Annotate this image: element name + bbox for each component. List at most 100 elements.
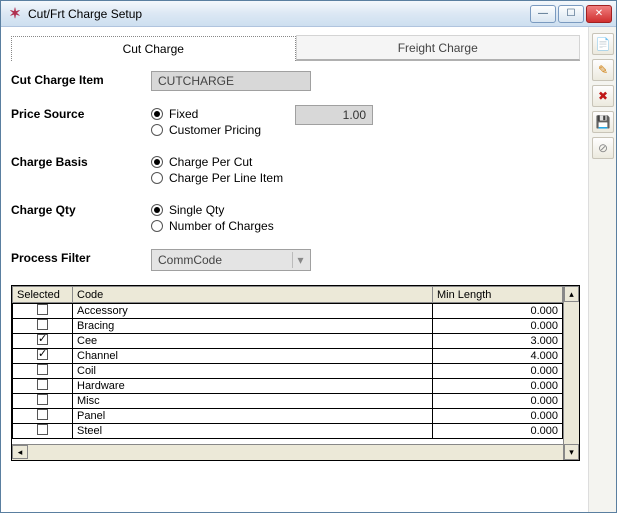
min-length-cell[interactable]: 0.000 (433, 364, 563, 379)
save-icon: 💾 (596, 115, 611, 129)
main-pane: Cut Charge Freight Charge Cut Charge Ite… (1, 27, 588, 512)
min-length-cell[interactable]: 4.000 (433, 349, 563, 364)
commcode-table: Selected Code Min Length Accessory0.000B… (11, 285, 580, 461)
checkbox-icon[interactable] (37, 424, 48, 435)
app-icon: ✶ (7, 6, 23, 22)
code-cell: Steel (73, 424, 433, 439)
table-row[interactable]: Bracing0.000 (13, 319, 563, 334)
radio-label: Fixed (169, 107, 198, 121)
table-row[interactable]: Channel4.000 (13, 349, 563, 364)
checkbox-icon[interactable] (37, 304, 48, 315)
scroll-up-icon[interactable]: ▴ (564, 286, 579, 302)
charge-basis-per-line[interactable]: Charge Per Line Item (151, 171, 283, 185)
tab-cut-charge[interactable]: Cut Charge (11, 36, 296, 61)
selected-cell[interactable] (13, 364, 73, 379)
window-frame: ✶ Cut/Frt Charge Setup — ☐ ✕ Cut Charge … (0, 0, 617, 513)
code-cell: Accessory (73, 304, 433, 319)
min-length-cell[interactable]: 0.000 (433, 409, 563, 424)
selected-cell[interactable] (13, 409, 73, 424)
tab-freight-charge[interactable]: Freight Charge (296, 35, 581, 60)
table-row[interactable]: Panel0.000 (13, 409, 563, 424)
checkbox-icon[interactable] (37, 319, 48, 330)
price-value-field[interactable]: 1.00 (295, 105, 373, 125)
charge-basis-group: Charge Per Cut Charge Per Line Item (151, 153, 283, 187)
radio-icon (151, 220, 163, 232)
new-icon: 📄 (596, 37, 611, 51)
scroll-down-icon[interactable]: ▾ (564, 444, 579, 460)
code-cell: Hardware (73, 379, 433, 394)
charge-basis-per-cut[interactable]: Charge Per Cut (151, 155, 283, 169)
col-selected[interactable]: Selected (13, 287, 73, 303)
cut-charge-item-label: Cut Charge Item (11, 71, 151, 87)
charge-qty-number[interactable]: Number of Charges (151, 219, 274, 233)
close-button[interactable]: ✕ (586, 5, 612, 23)
save-button[interactable]: 💾 (592, 111, 614, 133)
code-cell: Coil (73, 364, 433, 379)
col-code[interactable]: Code (73, 287, 433, 303)
edit-icon: ✎ (598, 63, 608, 77)
table-row[interactable]: Misc0.000 (13, 394, 563, 409)
radio-icon (151, 172, 163, 184)
code-cell: Misc (73, 394, 433, 409)
price-source-customer[interactable]: Customer Pricing (151, 123, 261, 137)
code-cell: Panel (73, 409, 433, 424)
titlebar: ✶ Cut/Frt Charge Setup — ☐ ✕ (1, 1, 616, 27)
checkbox-icon[interactable] (37, 409, 48, 420)
side-toolbar: 📄 ✎ ✖ 💾 ⊘ (588, 27, 616, 512)
code-cell: Bracing (73, 319, 433, 334)
min-length-cell[interactable]: 0.000 (433, 304, 563, 319)
price-source-label: Price Source (11, 105, 151, 121)
selected-cell[interactable] (13, 304, 73, 319)
checkbox-icon[interactable] (37, 379, 48, 390)
radio-label: Charge Per Line Item (169, 171, 283, 185)
delete-icon: ✖ (598, 89, 608, 103)
edit-button[interactable]: ✎ (592, 59, 614, 81)
checkbox-icon[interactable] (37, 364, 48, 375)
cancel-icon: ⊘ (598, 141, 608, 155)
radio-label: Customer Pricing (169, 123, 261, 137)
charge-qty-label: Charge Qty (11, 201, 151, 217)
min-length-cell[interactable]: 3.000 (433, 334, 563, 349)
min-length-cell[interactable]: 0.000 (433, 319, 563, 334)
min-length-cell[interactable]: 0.000 (433, 379, 563, 394)
tab-bar: Cut Charge Freight Charge (11, 35, 580, 61)
col-min-length[interactable]: Min Length (433, 287, 563, 303)
table-row[interactable]: Steel0.000 (13, 424, 563, 439)
min-length-cell[interactable]: 0.000 (433, 394, 563, 409)
code-cell: Cee (73, 334, 433, 349)
min-length-cell[interactable]: 0.000 (433, 424, 563, 439)
selected-cell[interactable] (13, 379, 73, 394)
radio-icon (151, 124, 163, 136)
vertical-scrollbar[interactable]: ▴ ▾ (563, 286, 579, 460)
new-button[interactable]: 📄 (592, 33, 614, 55)
process-filter-label: Process Filter (11, 249, 151, 265)
horizontal-scrollbar[interactable]: ◂ (12, 444, 563, 460)
minimize-button[interactable]: — (530, 5, 556, 23)
selected-cell[interactable] (13, 394, 73, 409)
table-body: Accessory0.000Bracing0.000Cee3.000Channe… (13, 304, 563, 439)
price-source-fixed[interactable]: Fixed (151, 107, 261, 121)
checkbox-icon[interactable] (37, 394, 48, 405)
checkbox-icon[interactable] (37, 349, 48, 360)
process-filter-combo[interactable]: CommCode ▾ (151, 249, 311, 271)
radio-label: Charge Per Cut (169, 155, 252, 169)
table-row[interactable]: Accessory0.000 (13, 304, 563, 319)
charge-basis-label: Charge Basis (11, 153, 151, 169)
delete-button[interactable]: ✖ (592, 85, 614, 107)
selected-cell[interactable] (13, 424, 73, 439)
radio-icon (151, 156, 163, 168)
table-row[interactable]: Cee3.000 (13, 334, 563, 349)
radio-icon (151, 108, 163, 120)
table-row[interactable]: Coil0.000 (13, 364, 563, 379)
charge-qty-single[interactable]: Single Qty (151, 203, 274, 217)
cut-charge-item-field[interactable]: CUTCHARGE (151, 71, 311, 91)
scroll-left-icon[interactable]: ◂ (12, 445, 28, 459)
table-row[interactable]: Hardware0.000 (13, 379, 563, 394)
checkbox-icon[interactable] (37, 334, 48, 345)
selected-cell[interactable] (13, 349, 73, 364)
code-cell: Channel (73, 349, 433, 364)
cancel-button[interactable]: ⊘ (592, 137, 614, 159)
radio-label: Single Qty (169, 203, 224, 217)
radio-icon (151, 204, 163, 216)
maximize-button[interactable]: ☐ (558, 5, 584, 23)
